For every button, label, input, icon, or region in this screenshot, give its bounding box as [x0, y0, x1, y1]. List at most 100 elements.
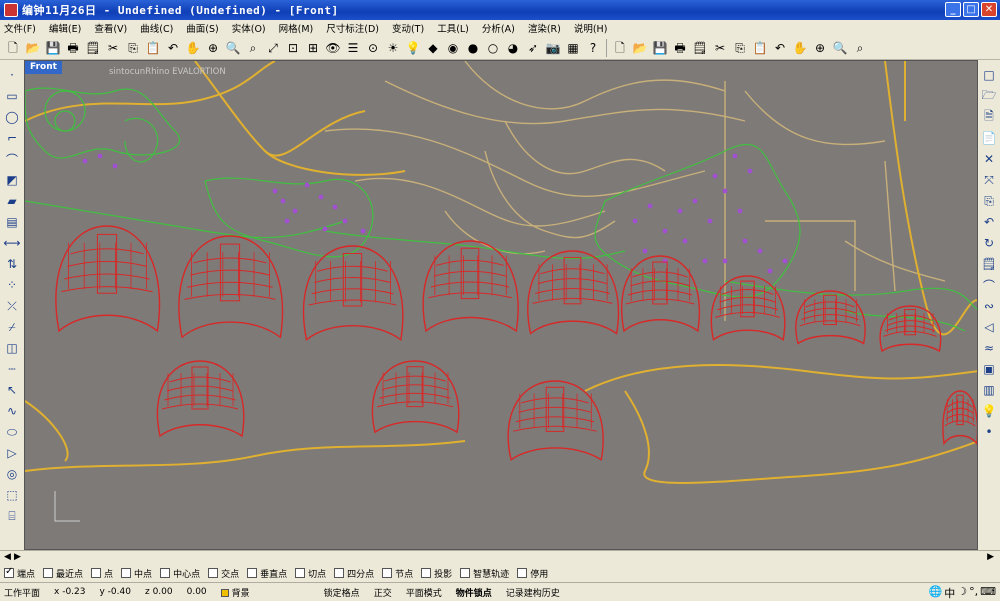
osnap-option-6[interactable]: 垂直点	[247, 567, 287, 580]
menu-item-4[interactable]: 曲面(S)	[186, 21, 218, 35]
pan-icon[interactable]: ✋	[184, 39, 202, 57]
save-icon-2[interactable]: 💾	[651, 39, 669, 57]
rectangle-tool-icon[interactable]: ▭	[3, 87, 21, 105]
open-file-icon[interactable]: 🗁	[980, 87, 998, 105]
solid-tool-icon[interactable]: ▰	[3, 192, 21, 210]
ellipse-tool-icon[interactable]: ⬭	[3, 423, 21, 441]
zoom-window-icon-2[interactable]: ⌕	[851, 39, 869, 57]
osnap-checkbox[interactable]	[160, 568, 171, 578]
curve-tool-icon[interactable]: ∿	[3, 402, 21, 420]
osnap-checkbox[interactable]	[382, 568, 393, 578]
osnap-checkbox[interactable]	[295, 568, 306, 578]
page-icon[interactable]: 📄	[980, 129, 998, 147]
new-icon[interactable]: 🗋	[4, 39, 22, 57]
history-toggle[interactable]: 记录建构历史	[506, 586, 560, 599]
cplane-label[interactable]: 工作平面	[4, 586, 40, 599]
osnap-option-1[interactable]: 最近点	[43, 567, 83, 580]
shaded-sphere-icon[interactable]: ◕	[504, 39, 522, 57]
print-icon[interactable]: 🖶	[64, 39, 82, 57]
menu-item-5[interactable]: 实体(O)	[232, 21, 266, 35]
torus-tool-icon[interactable]: ◎	[3, 465, 21, 483]
osnap-option-8[interactable]: 四分点	[334, 567, 374, 580]
ruler-tool-icon[interactable]: ┄	[3, 360, 21, 378]
scroll-end-arrow-icon[interactable]: ▶	[987, 552, 994, 562]
osnap-option-9[interactable]: 节点	[382, 567, 413, 580]
copy-object-icon[interactable]: ⎘	[980, 192, 998, 210]
osnap-checkbox[interactable]	[334, 568, 345, 578]
dot-icon[interactable]: •	[980, 423, 998, 441]
four-viewports-icon[interactable]: ⊞	[304, 39, 322, 57]
arc-tool-icon[interactable]: ⌒	[3, 150, 21, 168]
flow-icon[interactable]: ≈	[980, 339, 998, 357]
osnap-checkbox[interactable]	[247, 568, 258, 578]
menu-item-6[interactable]: 网格(M)	[279, 21, 314, 35]
group-tool-icon[interactable]: ◫	[3, 339, 21, 357]
osnap-option-11[interactable]: 智慧轨迹	[460, 567, 509, 580]
tray-ime-icon[interactable]: 中	[944, 585, 955, 601]
osnap-toggle[interactable]: 物件锁点	[456, 586, 492, 599]
sweep-icon[interactable]: ↻	[980, 234, 998, 252]
osnap-checkbox[interactable]	[43, 568, 54, 578]
properties-icon-2[interactable]: 🗒	[691, 39, 709, 57]
zoom-extents-icon[interactable]: ⤢	[264, 39, 282, 57]
viewport-tab-front[interactable]: Front	[25, 61, 62, 74]
tray-moon-icon[interactable]: ☽	[957, 585, 967, 601]
rotate-view-icon[interactable]: ⊕	[204, 39, 222, 57]
tray-punct-icon[interactable]: °,	[969, 585, 978, 601]
circle-tool-icon[interactable]: ◯	[3, 108, 21, 126]
point-tool-icon[interactable]: ·	[3, 66, 21, 84]
menu-item-0[interactable]: 文件(F)	[4, 21, 36, 35]
undo-object-icon[interactable]: ↶	[980, 213, 998, 231]
close-button[interactable]: ✕	[981, 2, 997, 17]
save-icon[interactable]: 💾	[44, 39, 62, 57]
menu-item-11[interactable]: 渲染(R)	[528, 21, 561, 35]
osnap-checkbox[interactable]	[121, 568, 132, 578]
zoom-icon-2[interactable]: 🔍	[831, 39, 849, 57]
menu-item-2[interactable]: 查看(V)	[94, 21, 127, 35]
osnap-option-3[interactable]: 中点	[121, 567, 152, 580]
menu-item-1[interactable]: 编辑(E)	[49, 21, 81, 35]
osnap-option-10[interactable]: 投影	[421, 567, 452, 580]
osnap-option-4[interactable]: 中心点	[160, 567, 200, 580]
menu-item-10[interactable]: 分析(A)	[482, 21, 515, 35]
copy-icon-2[interactable]: ⎘	[731, 39, 749, 57]
menu-item-7[interactable]: 尺寸标注(D)	[326, 21, 379, 35]
osnap-option-5[interactable]: 交点	[208, 567, 239, 580]
paste-icon[interactable]: 📋	[144, 39, 162, 57]
zoom-window-icon[interactable]: ⌕	[244, 39, 262, 57]
pan-icon-2[interactable]: ✋	[791, 39, 809, 57]
layer-icon[interactable]: ☰	[344, 39, 362, 57]
osnap-checkbox[interactable]	[517, 568, 528, 578]
grid-snap-toggle[interactable]: 锁定格点	[324, 586, 360, 599]
open-icon-2[interactable]: 📂	[631, 39, 649, 57]
split-tool-icon[interactable]: ⌿	[3, 318, 21, 336]
render-icon[interactable]: ◆	[424, 39, 442, 57]
osnap-option-0[interactable]: 端点	[4, 566, 35, 580]
polyline-tool-icon[interactable]: ⌐	[3, 129, 21, 147]
osnap-checkbox[interactable]	[460, 568, 471, 578]
print-icon-2[interactable]: 🖶	[671, 39, 689, 57]
osnap-checkbox[interactable]	[4, 566, 14, 578]
osnap-option-2[interactable]: 点	[91, 567, 113, 580]
sun-icon[interactable]: ☀	[384, 39, 402, 57]
dimension-tool-icon[interactable]: ⟷	[3, 234, 21, 252]
hide-icon[interactable]: 👁	[324, 39, 342, 57]
menu-item-8[interactable]: 变动(T)	[392, 21, 424, 35]
scroll-left-arrow-icon[interactable]: ◀	[4, 552, 11, 562]
note-icon[interactable]: 🗎	[980, 108, 998, 126]
copy-icon[interactable]: ⎘	[124, 39, 142, 57]
select-tool-icon[interactable]: ↖	[3, 381, 21, 399]
light-icon[interactable]: 💡	[404, 39, 422, 57]
cut-icon[interactable]: ✂	[104, 39, 122, 57]
osnap-option-7[interactable]: 切点	[295, 567, 326, 580]
osnap-checkbox[interactable]	[208, 568, 219, 578]
mesh-tool-icon[interactable]: ▤	[3, 213, 21, 231]
triangle-tool-icon[interactable]: ▷	[3, 444, 21, 462]
tray-globe-icon[interactable]: 🌐	[929, 585, 943, 601]
osnap-checkbox[interactable]	[91, 568, 102, 578]
new-icon-2[interactable]: 🗋	[611, 39, 629, 57]
trim-tool-icon[interactable]: ⤫	[3, 297, 21, 315]
properties-icon[interactable]: 🗒	[84, 39, 102, 57]
color-wheel-icon[interactable]: ●	[464, 39, 482, 57]
light-bulb-icon[interactable]: 💡	[980, 402, 998, 420]
